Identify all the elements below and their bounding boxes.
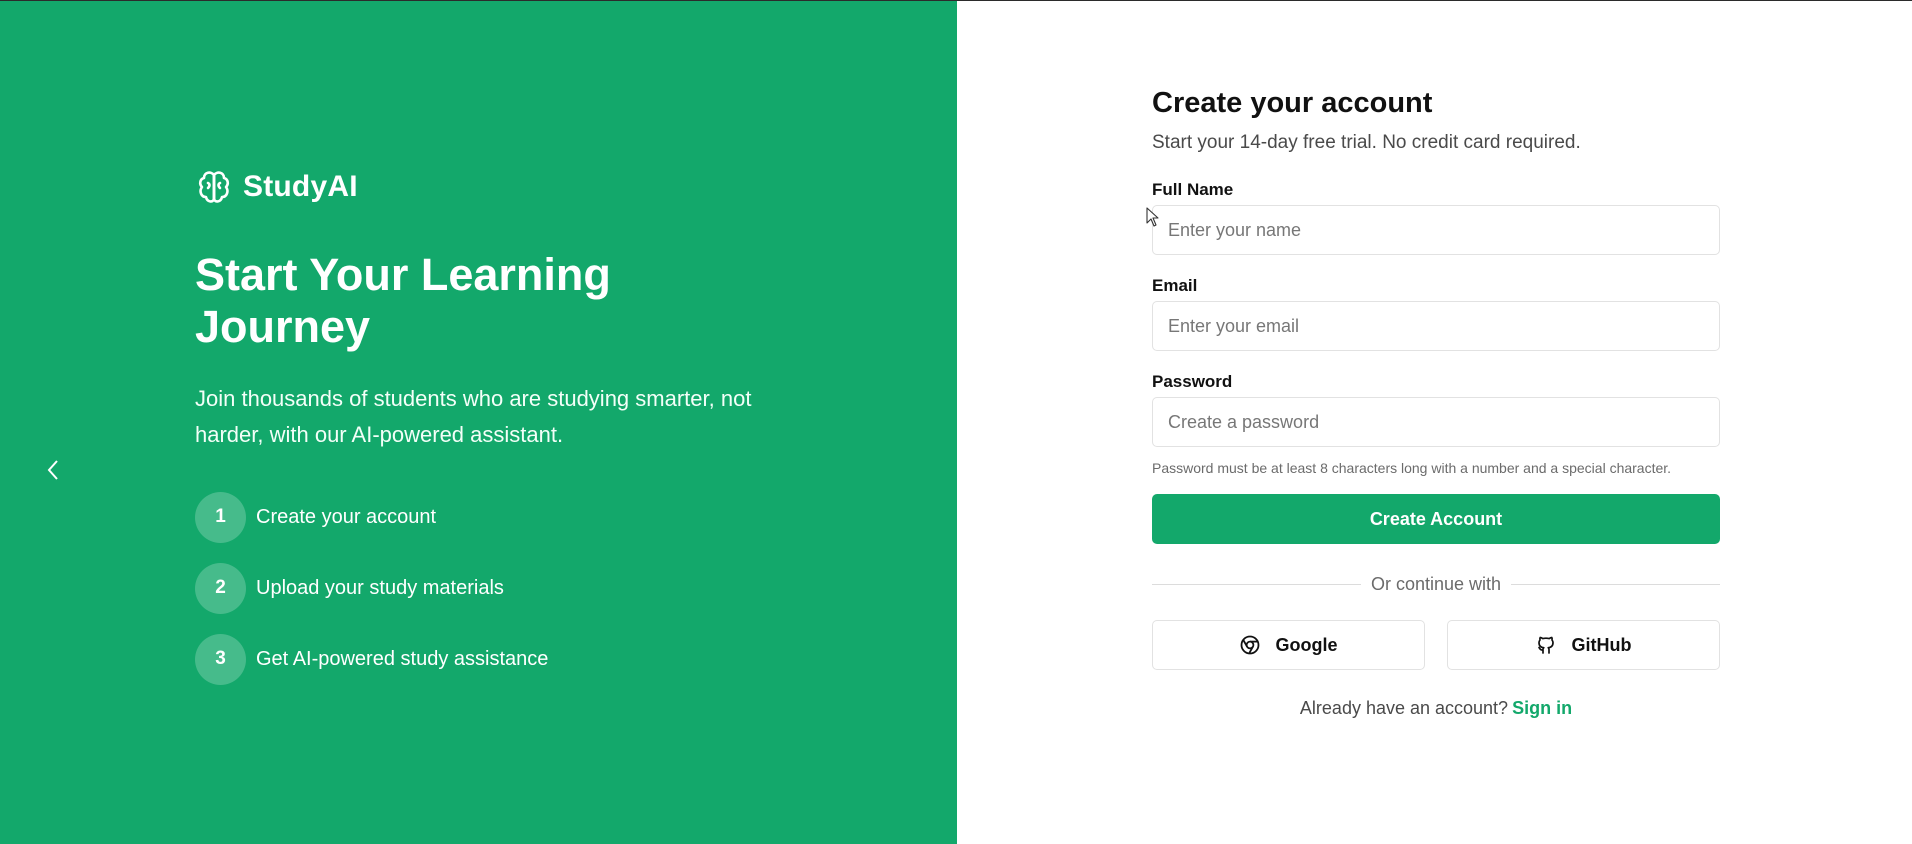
step-item: 1 Create your account (195, 491, 548, 543)
brand-name: StudyAI (243, 170, 358, 203)
step-label: Create your account (256, 505, 437, 528)
promo-panel: StudyAI Start Your Learning Journey Join… (0, 1, 957, 844)
email-input[interactable] (1152, 301, 1720, 351)
github-button[interactable]: GitHub (1447, 620, 1720, 670)
hero-title: Start Your Learning Journey (195, 249, 611, 352)
brain-icon (195, 168, 233, 206)
chevron-left-icon[interactable] (42, 457, 64, 483)
full-name-label: Full Name (1152, 180, 1234, 199)
step-label: Upload your study materials (256, 576, 504, 599)
divider-line (1152, 583, 1361, 585)
step-number: 3 (195, 633, 246, 685)
chrome-icon (1240, 635, 1259, 655)
google-label: Google (1275, 634, 1338, 655)
signin-prompt: Already have an account? (1299, 698, 1509, 718)
password-group: Password Password must be at least 8 cha… (1152, 371, 1720, 477)
step-label: Get AI-powered study assistance (256, 647, 549, 670)
google-button[interactable]: Google (1152, 620, 1425, 670)
step-number: 2 (195, 562, 246, 614)
full-name-group: Full Name (1152, 179, 1720, 255)
signup-panel: Create your account Start your 14-day fr… (957, 1, 1912, 844)
step-number: 1 (195, 491, 246, 543)
github-icon (1537, 636, 1554, 654)
social-buttons: Google GitHub (1152, 620, 1720, 670)
divider-line (1511, 583, 1720, 585)
github-label: GitHub (1571, 634, 1632, 655)
password-input[interactable] (1152, 397, 1720, 447)
steps-list: 1 Create your account 2 Upload your stud… (195, 491, 548, 704)
create-account-button[interactable]: Create Account (1152, 494, 1720, 544)
divider-text: Or continue with (1370, 573, 1502, 594)
signin-row: Already have an account? Sign in (1152, 698, 1720, 719)
password-hint: Password must be at least 8 characters l… (1152, 460, 1672, 476)
full-name-input[interactable] (1152, 205, 1720, 255)
sign-in-link[interactable]: Sign in (1512, 698, 1572, 718)
hero-subtitle: Join thousands of students who are study… (195, 386, 752, 447)
divider: Or continue with (1152, 572, 1720, 596)
signup-form: Create your account Start your 14-day fr… (1152, 83, 1720, 719)
step-item: 2 Upload your study materials (195, 562, 548, 614)
form-subtitle: Start your 14-day free trial. No credit … (1152, 132, 1581, 153)
email-group: Email (1152, 275, 1720, 351)
mouse-cursor-icon (1146, 207, 1160, 232)
password-label: Password (1152, 372, 1233, 391)
brand: StudyAI (195, 168, 358, 206)
form-title: Create your account (1152, 87, 1433, 119)
step-item: 3 Get AI-powered study assistance (195, 633, 548, 685)
email-label: Email (1152, 276, 1198, 295)
